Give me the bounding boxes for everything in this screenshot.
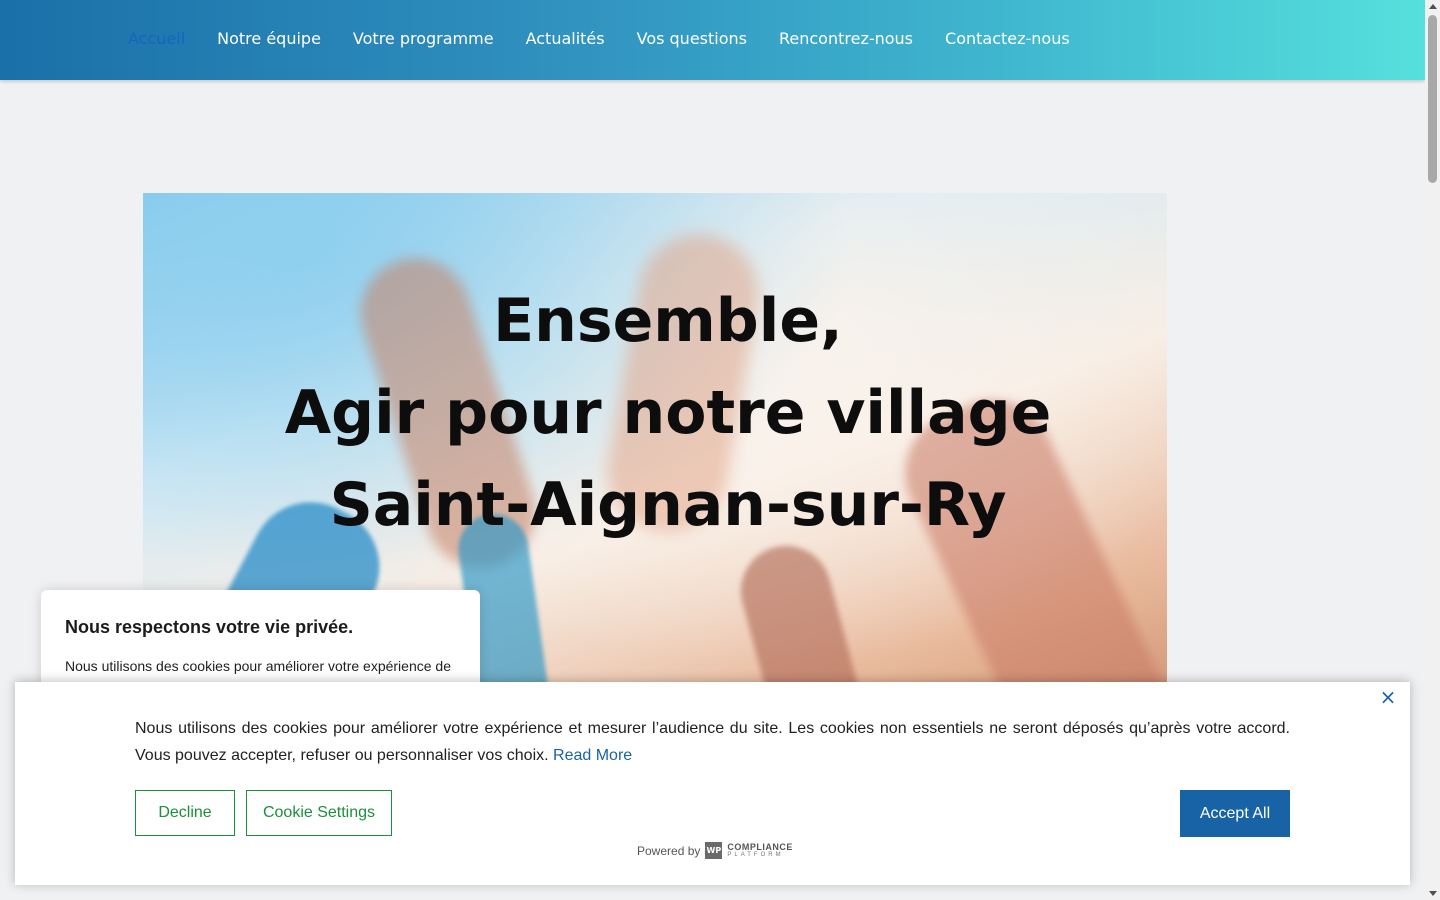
compliance-platform-logo: COMPLIANCE PLATFORM xyxy=(727,841,793,859)
hero-title-line: Agir pour notre village xyxy=(284,378,1052,448)
cookie-settings-button[interactable]: Cookie Settings xyxy=(246,790,392,836)
nav-item-votre-programme[interactable]: Votre programme xyxy=(353,29,494,49)
site-header: Accueil Notre équipe Votre programme Act… xyxy=(0,0,1425,80)
scroll-thumb[interactable] xyxy=(1428,15,1437,183)
hero-title-line: Ensemble, xyxy=(493,286,843,356)
scroll-down-icon[interactable] xyxy=(1429,891,1437,896)
cookie-banner: × Nous utilisons des cookies pour amélio… xyxy=(15,682,1410,885)
accept-all-button[interactable]: Accept All xyxy=(1180,790,1290,837)
logo-text-compliance: COMPLIANCE xyxy=(727,841,793,852)
cookie-banner-text: Nous utilisons des cookies pour améliore… xyxy=(135,715,1290,769)
nav-item-vos-questions[interactable]: Vos questions xyxy=(637,29,747,49)
hero-title: Ensemble, Agir pour notre village Saint-… xyxy=(143,275,1167,551)
privacy-card-text: Nous utilisons des cookies pour améliore… xyxy=(65,658,451,674)
page-scrollbar[interactable] xyxy=(1425,0,1440,900)
powered-by-label: Powered by xyxy=(637,843,701,858)
privacy-card-title: Nous respectons votre vie privée. xyxy=(65,617,354,637)
nav-item-actualites[interactable]: Actualités xyxy=(526,29,605,49)
logo-text-platform: PLATFORM xyxy=(727,851,784,858)
main-nav: Accueil Notre équipe Votre programme Act… xyxy=(128,29,1070,49)
powered-by: Powered by WP COMPLIANCE PLATFORM xyxy=(637,842,793,859)
close-icon[interactable]: × xyxy=(1378,687,1398,707)
nav-item-rencontrez-nous[interactable]: Rencontrez-nous xyxy=(779,29,913,49)
nav-item-accueil[interactable]: Accueil xyxy=(128,29,185,49)
scroll-up-icon[interactable] xyxy=(1429,4,1437,9)
nav-item-contactez-nous[interactable]: Contactez-nous xyxy=(945,29,1070,49)
decline-button[interactable]: Decline xyxy=(135,790,235,836)
read-more-link[interactable]: Read More xyxy=(553,747,632,764)
wp-compliance-logo-icon: WP xyxy=(705,842,723,859)
nav-item-notre-equipe[interactable]: Notre équipe xyxy=(217,29,321,49)
cookie-message: Nous utilisons des cookies pour améliore… xyxy=(135,720,1290,764)
hero-title-line: Saint-Aignan-sur-Ry xyxy=(329,470,1007,540)
